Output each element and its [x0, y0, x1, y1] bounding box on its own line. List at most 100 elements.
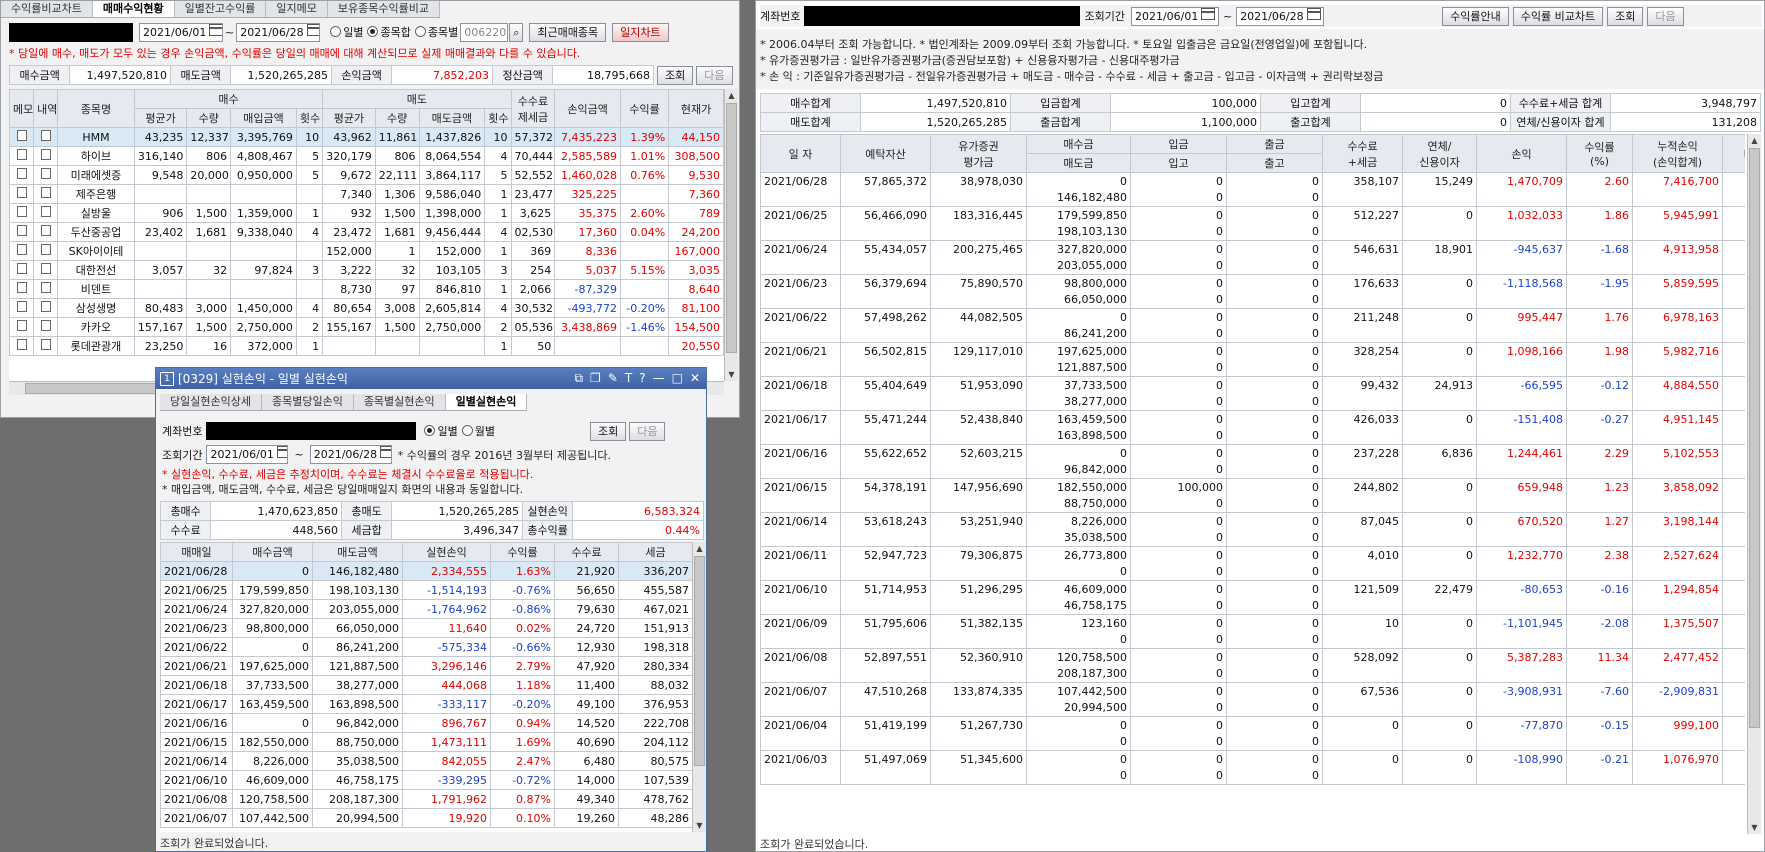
close-icon[interactable]: ✕	[690, 371, 700, 386]
left-tab-4[interactable]: 보유종목수익률비교	[327, 1, 440, 17]
detail-cell[interactable]	[33, 184, 59, 204]
view-radio-group[interactable]: 일별 종목합 종목별	[326, 24, 458, 40]
table-row[interactable]: 2021/06/08 52,897,551 52,360,910 120,758,50…	[760, 648, 1745, 683]
left-tab-1[interactable]: 매매수익현황	[92, 1, 175, 17]
memo-cell[interactable]	[9, 203, 35, 223]
memo-cell[interactable]	[9, 336, 35, 356]
left-radio-1[interactable]	[367, 26, 379, 37]
table-row[interactable]: 2021/06/17 55,471,244 52,438,840 163,459,50…	[760, 410, 1745, 445]
table-row[interactable]: 2021/06/25 56,466,090 183,316,445 179,599,8…	[760, 206, 1745, 241]
detail-cell[interactable]	[33, 165, 59, 185]
left-radio-2[interactable]	[414, 26, 426, 37]
table-row[interactable]: 2021/06/07 47,510,268 133,874,335 107,442,5…	[760, 682, 1745, 717]
popup-vertical-scrollbar[interactable]: ▲ ▼	[692, 542, 706, 832]
memo-icon[interactable]	[16, 149, 27, 160]
detail-icon[interactable]	[40, 301, 51, 312]
popup-account-field[interactable]	[206, 422, 417, 440]
popup-titlebar[interactable]: 1 [0329] 실현손익 - 일별 실현손익 ⧉ ❐ ✎ T ? — □ ✕	[156, 368, 706, 389]
detail-cell[interactable]	[33, 203, 59, 223]
detail-icon[interactable]	[40, 130, 51, 141]
profit-compare-chart-button[interactable]: 수익률 비교차트	[1512, 6, 1604, 26]
account-number-field[interactable]	[9, 22, 133, 42]
table-row[interactable]: 2021/06/14 8,226,000 35,038,500 842,055 2.47…	[160, 751, 692, 771]
table-row[interactable]: 2021/06/28 0 146,182,480 2,334,555 1.63% 21,9…	[160, 561, 692, 581]
memo-cell[interactable]	[9, 260, 35, 280]
link-icon[interactable]: ⧉	[574, 371, 583, 386]
table-row[interactable]: 2021/06/15 54,378,191 147,956,690 182,550,0…	[760, 478, 1745, 513]
right-next-button[interactable]: 다음	[1647, 6, 1684, 26]
table-row[interactable]: 삼성생명 80,483 3,000 1,450,000 4 80,654 3,008 2,60…	[9, 298, 724, 318]
table-row[interactable]: 비덴트 8,730 97 846,810 1 2,066 -87,329 8,640	[9, 279, 724, 299]
popup-query-button[interactable]: 조회	[589, 421, 627, 441]
memo-cell[interactable]	[9, 241, 35, 261]
memo-icon[interactable]	[16, 301, 27, 312]
maximize-icon[interactable]: □	[672, 371, 683, 386]
table-row[interactable]: 2021/06/16 0 96,842,000 896,767 0.94% 14,520 2…	[160, 713, 692, 733]
memo-icon[interactable]	[16, 339, 27, 350]
scroll-down-icon[interactable]: ▼	[1748, 821, 1761, 834]
popup-radio-1[interactable]	[461, 425, 473, 436]
left-tab-0[interactable]: 수익률비교차트	[1, 1, 93, 17]
table-row[interactable]: 2021/06/11 52,947,723 79,306,875 26,773,800…	[760, 546, 1745, 581]
table-row[interactable]: 2021/06/17 163,459,500 163,898,500 -333,117…	[160, 694, 692, 714]
table-row[interactable]: 2021/06/28 57,865,372 38,978,030 0 0 0 358,107…	[760, 172, 1745, 207]
left-tab-3[interactable]: 일지메모	[266, 1, 328, 17]
table-row[interactable]: 2021/06/24 55,434,057 200,275,465 327,820,0…	[760, 240, 1745, 275]
table-row[interactable]: 2021/06/16 55,622,652 52,603,215 0 0 0 237,228…	[760, 444, 1745, 479]
table-row[interactable]: 2021/06/22 0 86,241,200 -575,334 -0.66% 12,93…	[160, 637, 692, 657]
table-row[interactable]: HMM 43,235 12,337 3,395,769 10 43,962 11,861 1,…	[9, 127, 724, 147]
table-row[interactable]: 2021/06/10 51,714,953 51,296,295 46,609,000…	[760, 580, 1745, 615]
left-next-button[interactable]: 다음	[696, 65, 733, 85]
right-query-button[interactable]: 조회	[1607, 6, 1644, 26]
table-row[interactable]: SK아이이테 152,000 1 152,000 1 369 8,336 167,000	[9, 241, 724, 261]
right-vertical-scrollbar[interactable]: ▲ ▼	[1747, 134, 1761, 834]
popup-next-button[interactable]: 다음	[629, 421, 666, 441]
table-row[interactable]: 롯데관광개 23,250 16 372,000 1 1 50 20,550	[9, 336, 724, 356]
detail-cell[interactable]	[33, 260, 59, 280]
memo-cell[interactable]	[9, 184, 35, 204]
scroll-down-icon[interactable]: ▼	[725, 368, 738, 381]
detail-cell[interactable]	[33, 146, 59, 166]
table-row[interactable]: 제주은행 7,340 1,306 9,586,040 1 23,477 325,225 7,3…	[9, 184, 724, 204]
minimize-icon[interactable]: —	[653, 371, 665, 386]
table-row[interactable]: 두산중공업 23,402 1,681 9,338,040 4 23,472 1,681 9,4…	[9, 222, 724, 242]
left-date-to[interactable]: 2021/06/28	[236, 22, 321, 42]
memo-icon[interactable]	[16, 168, 27, 179]
popup-date-from[interactable]: 2021/06/01	[206, 445, 289, 464]
scroll-up-icon[interactable]: ▲	[693, 542, 706, 555]
copy-icon[interactable]: ❐	[590, 371, 601, 386]
tool-icon[interactable]: ✎	[608, 371, 618, 386]
left-vertical-scrollbar[interactable]: ▲ ▼	[724, 89, 738, 381]
memo-cell[interactable]	[9, 317, 35, 337]
detail-icon[interactable]	[40, 187, 51, 198]
right-account-field[interactable]	[804, 6, 1081, 26]
table-row[interactable]: 2021/06/22 57,498,262 44,082,505 0 0 0 211,248…	[760, 308, 1745, 343]
detail-icon[interactable]	[40, 339, 51, 350]
memo-cell[interactable]	[9, 222, 35, 242]
table-row[interactable]: 2021/06/18 37,733,500 38,277,000 444,068 1.1…	[160, 675, 692, 695]
scroll-down-icon[interactable]: ▼	[693, 819, 706, 832]
stock-code-input[interactable]: 006220	[460, 22, 509, 42]
calendar-icon[interactable]	[306, 23, 320, 36]
popup-tab-1[interactable]: 종목별당일손익	[261, 394, 354, 410]
detail-cell[interactable]	[33, 336, 59, 356]
memo-icon[interactable]	[16, 282, 27, 293]
table-row[interactable]: 2021/06/21 197,625,000 121,887,500 3,296,14…	[160, 656, 692, 676]
left-date-from[interactable]: 2021/06/01	[139, 22, 223, 42]
memo-cell[interactable]	[9, 165, 35, 185]
memo-icon[interactable]	[16, 225, 27, 236]
calendar-icon[interactable]	[1201, 7, 1216, 20]
detail-icon[interactable]	[40, 244, 51, 255]
table-row[interactable]: 2021/06/24 327,820,000 203,055,000 -1,764,9…	[160, 599, 692, 619]
left-tab-2[interactable]: 일별잔고수익률	[174, 1, 267, 17]
memo-icon[interactable]	[16, 187, 27, 198]
scroll-up-icon[interactable]: ▲	[725, 89, 738, 102]
scroll-up-icon[interactable]: ▲	[1748, 134, 1761, 147]
detail-icon[interactable]	[40, 282, 51, 293]
table-row[interactable]: 카카오 157,167 1,500 2,750,000 2 155,167 1,500 2,7…	[9, 317, 724, 337]
memo-icon[interactable]	[16, 206, 27, 217]
detail-cell[interactable]	[33, 317, 59, 337]
right-date-to[interactable]: 2021/06/28	[1236, 6, 1325, 26]
detail-cell[interactable]	[33, 279, 59, 299]
left-radio-0[interactable]	[330, 26, 342, 37]
